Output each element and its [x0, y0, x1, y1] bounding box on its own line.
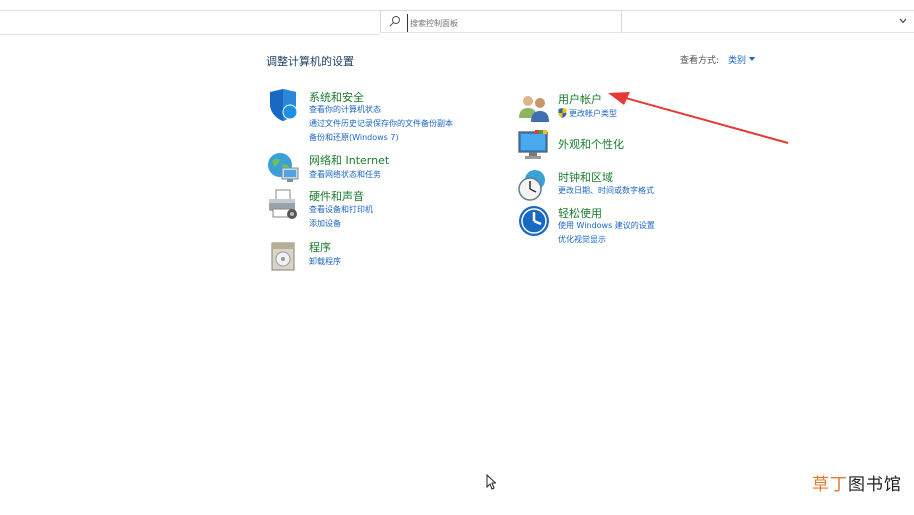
network-globe-icon[interactable] — [266, 151, 300, 185]
caret-down-icon[interactable] — [749, 57, 755, 61]
category-network: 网络和 Internet 查看网络状态和任务 — [266, 151, 466, 185]
address-strip[interactable] — [0, 10, 380, 35]
link-uninstall-program[interactable]: 卸载程序 — [309, 256, 341, 267]
category-system-security: 系统和安全 查看你的计算机状态 通过文件历史记录保存你的文件备份副本 备份和还原… — [266, 88, 466, 144]
link-file-history[interactable]: 通过文件历史记录保存你的文件备份副本 — [309, 118, 453, 129]
link-recommended-settings[interactable]: 使用 Windows 建议的设置 — [558, 220, 655, 231]
address-bar — [0, 0, 914, 35]
display-icon[interactable] — [517, 128, 551, 162]
category-title[interactable]: 硬件和声音 — [309, 188, 364, 204]
annotation-arrow — [608, 92, 789, 144]
address-dropdown[interactable] — [622, 10, 914, 33]
link-change-date-format[interactable]: 更改日期、时间或数字格式 — [558, 185, 654, 196]
link-backup-restore[interactable]: 备份和还原(Windows 7) — [309, 132, 399, 143]
shield-icon[interactable] — [266, 88, 300, 122]
category-clock-region: 时钟和区域 更改日期、时间或数字格式 — [517, 168, 697, 202]
link-add-device[interactable]: 添加设备 — [309, 218, 341, 229]
category-title[interactable]: 网络和 Internet — [309, 152, 389, 168]
category-ease-of-access: 轻松使用 使用 Windows 建议的设置 优化视觉显示 — [517, 204, 697, 248]
category-title[interactable]: 系统和安全 — [309, 89, 364, 105]
chevron-down-icon[interactable] — [898, 16, 908, 26]
search-box[interactable] — [380, 10, 622, 33]
link-optimize-display[interactable]: 优化视觉显示 — [558, 234, 606, 245]
category-title[interactable]: 轻松使用 — [558, 205, 602, 221]
view-by-dropdown[interactable]: 类别 — [728, 53, 746, 66]
link-devices-printers[interactable]: 查看设备和打印机 — [309, 204, 373, 215]
programs-icon[interactable] — [266, 238, 300, 272]
category-programs: 程序 卸载程序 — [266, 238, 466, 272]
watermark: 草丁图书馆 — [812, 470, 902, 495]
page-title: 调整计算机的设置 — [266, 55, 354, 68]
category-title[interactable]: 用户帐户 — [558, 91, 602, 107]
link-view-computer-status[interactable]: 查看你的计算机状态 — [309, 104, 381, 115]
search-icon — [389, 16, 400, 27]
search-input[interactable] — [407, 14, 612, 32]
watermark-part2: 图书馆 — [848, 475, 902, 495]
users-icon[interactable] — [517, 90, 551, 124]
category-title[interactable]: 程序 — [309, 239, 331, 255]
watermark-part1: 草丁 — [812, 475, 848, 495]
printer-icon[interactable] — [266, 187, 300, 221]
link-network-status[interactable]: 查看网络状态和任务 — [309, 169, 381, 180]
category-title[interactable]: 时钟和区域 — [558, 169, 613, 185]
accessibility-icon[interactable] — [517, 204, 551, 238]
clock-icon[interactable] — [517, 168, 551, 202]
category-hardware: 硬件和声音 查看设备和打印机 添加设备 — [266, 187, 466, 231]
view-by-label: 查看方式: — [680, 56, 720, 66]
uac-shield-icon — [558, 108, 567, 118]
mouse-cursor-icon — [486, 474, 496, 490]
